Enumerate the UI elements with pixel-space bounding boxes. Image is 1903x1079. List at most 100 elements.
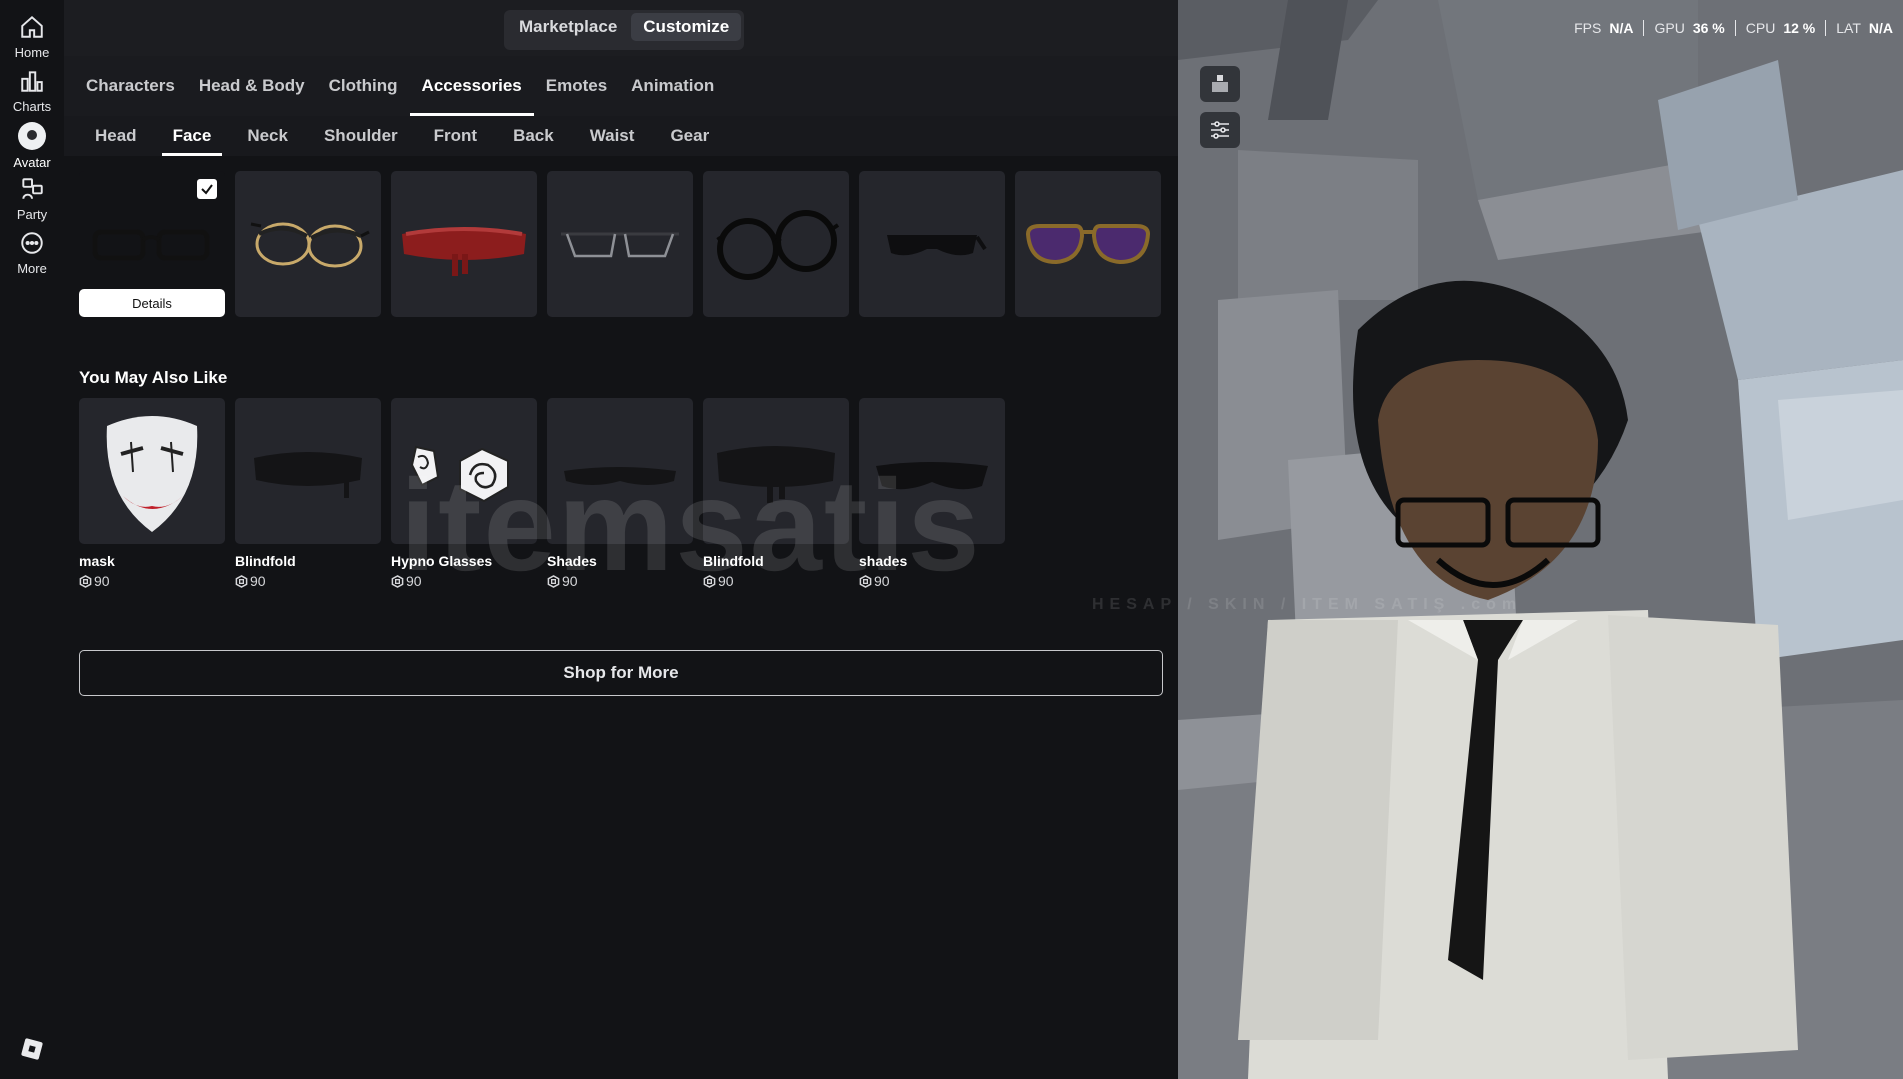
subtab-back[interactable]: Back <box>502 116 565 156</box>
item-tile[interactable] <box>547 171 693 317</box>
sliders-icon <box>1211 121 1229 139</box>
tab-head-body[interactable]: Head & Body <box>187 56 317 116</box>
outfit-view-button[interactable] <box>1200 66 1240 102</box>
charts-icon <box>21 71 43 92</box>
rec-item-price: 90 <box>703 573 849 589</box>
purple-aviators-icon <box>1025 224 1151 265</box>
rec-item-price-value: 90 <box>406 573 422 589</box>
tab-emotes[interactable]: Emotes <box>534 56 619 116</box>
cpu-label: CPU <box>1745 20 1776 36</box>
rec-thumbnail <box>547 398 693 544</box>
robux-icon <box>547 574 560 588</box>
nav-charts[interactable]: Charts <box>0 62 64 122</box>
performance-stats: FPS N/A GPU 36 % CPU 12 % LAT N/A <box>1564 0 1903 56</box>
nav-party[interactable]: Party <box>0 170 64 230</box>
cpu-stat: CPU 12 % <box>1736 20 1827 36</box>
item-tile[interactable] <box>859 171 1005 317</box>
item-tile[interactable] <box>1015 171 1161 317</box>
rec-item-price: 90 <box>79 573 225 589</box>
home-icon <box>21 15 43 38</box>
nav-more-label: More <box>17 261 47 276</box>
avatar-figure-icon <box>1212 75 1228 92</box>
rec-item-name: Hypno Glasses <box>391 553 493 569</box>
subtab-neck[interactable]: Neck <box>236 116 299 156</box>
rec-item-price: 90 <box>235 573 381 589</box>
subtab-head[interactable]: Head <box>84 116 148 156</box>
lat-label: LAT <box>1836 20 1861 36</box>
nav-avatar[interactable]: Avatar <box>0 116 64 176</box>
robux-icon <box>79 574 92 588</box>
item-tile-selected[interactable]: Details <box>79 171 225 317</box>
subtab-shoulder[interactable]: Shoulder <box>313 116 409 156</box>
rec-item-price: 90 <box>859 573 1005 589</box>
robux-icon <box>235 574 248 588</box>
more-icon <box>21 232 43 254</box>
mode-segmented-control: Marketplace Customize <box>504 10 745 50</box>
subtab-waist[interactable]: Waist <box>579 116 646 156</box>
nav-home[interactable]: Home <box>0 8 64 68</box>
subcategory-tabs: Head Face Neck Shoulder Front Back Waist… <box>64 116 1178 156</box>
rec-item-name: mask <box>79 553 115 569</box>
rec-thumbnail <box>703 398 849 544</box>
nav-charts-label: Charts <box>12 99 52 114</box>
rec-item[interactable]: Blindfold 90 <box>703 398 849 589</box>
owned-items-grid: Details <box>79 171 1161 317</box>
avatar-viewport[interactable]: FPS N/A GPU 36 % CPU 12 % LAT N/A <box>1178 0 1903 1079</box>
rec-item-price-value: 90 <box>562 573 578 589</box>
rec-item-price-value: 90 <box>718 573 734 589</box>
black-shades-icon <box>887 235 987 256</box>
customize-panel: Characters Head & Body Clothing Accessor… <box>64 56 1178 1079</box>
avatar-icon <box>18 122 46 150</box>
rec-thumbnail <box>235 398 381 544</box>
scene-background <box>1178 0 1903 1079</box>
fps-label: FPS <box>1574 20 1602 36</box>
robux-icon <box>391 574 404 588</box>
settings-sliders-button[interactable] <box>1200 112 1240 148</box>
round-black-glasses-icon <box>716 210 840 280</box>
subtab-face[interactable]: Face <box>161 116 223 156</box>
robux-icon <box>703 574 716 588</box>
shades-icon <box>876 462 988 490</box>
details-button[interactable]: Details <box>79 289 225 317</box>
red-blindfold-icon <box>402 227 526 276</box>
nav-more[interactable]: More <box>0 224 64 284</box>
selected-checkbox[interactable] <box>197 179 217 199</box>
gpu-stat: GPU 36 % <box>1644 20 1736 36</box>
gpu-value: 36 % <box>1692 20 1725 36</box>
tab-clothing[interactable]: Clothing <box>317 56 410 116</box>
black-glasses-icon <box>92 229 210 261</box>
subtab-front[interactable]: Front <box>423 116 488 156</box>
rec-item-name: Blindfold <box>235 553 296 569</box>
item-tile[interactable] <box>703 171 849 317</box>
tab-accessories[interactable]: Accessories <box>409 56 534 116</box>
hypno-glasses-icon <box>410 445 509 503</box>
gold-round-glasses-icon <box>250 222 370 268</box>
rec-item[interactable]: mask 90 <box>79 398 225 589</box>
rec-item[interactable]: Blindfold 90 <box>235 398 381 589</box>
nav-party-label: Party <box>16 207 48 222</box>
tab-animation[interactable]: Animation <box>619 56 726 116</box>
check-icon <box>201 184 213 195</box>
rec-item[interactable]: Shades 90 <box>547 398 693 589</box>
subtab-gear[interactable]: Gear <box>659 116 720 156</box>
lat-value: N/A <box>1868 20 1893 36</box>
shop-for-more-button[interactable]: Shop for More <box>79 650 1163 696</box>
rec-item[interactable]: shades 90 <box>859 398 1005 589</box>
robux-icon <box>859 574 872 588</box>
rec-thumbnail <box>859 398 1005 544</box>
customize-tab[interactable]: Customize <box>631 13 742 41</box>
marketplace-tab[interactable]: Marketplace <box>507 13 629 41</box>
shades-icon <box>564 467 676 485</box>
rec-thumbnail <box>79 398 225 544</box>
party-icon <box>22 178 43 199</box>
item-tile[interactable] <box>235 171 381 317</box>
recommendations-title: You May Also Like <box>79 368 228 387</box>
nav-home-label: Home <box>14 45 50 60</box>
fps-value: N/A <box>1609 20 1634 36</box>
tab-characters[interactable]: Characters <box>74 56 187 116</box>
rec-item[interactable]: Hypno Glasses 90 <box>391 398 537 589</box>
cpu-value: 12 % <box>1783 20 1816 36</box>
rec-item-price-value: 90 <box>250 573 266 589</box>
roblox-logo-icon[interactable] <box>20 1037 44 1061</box>
item-tile[interactable] <box>391 171 537 317</box>
